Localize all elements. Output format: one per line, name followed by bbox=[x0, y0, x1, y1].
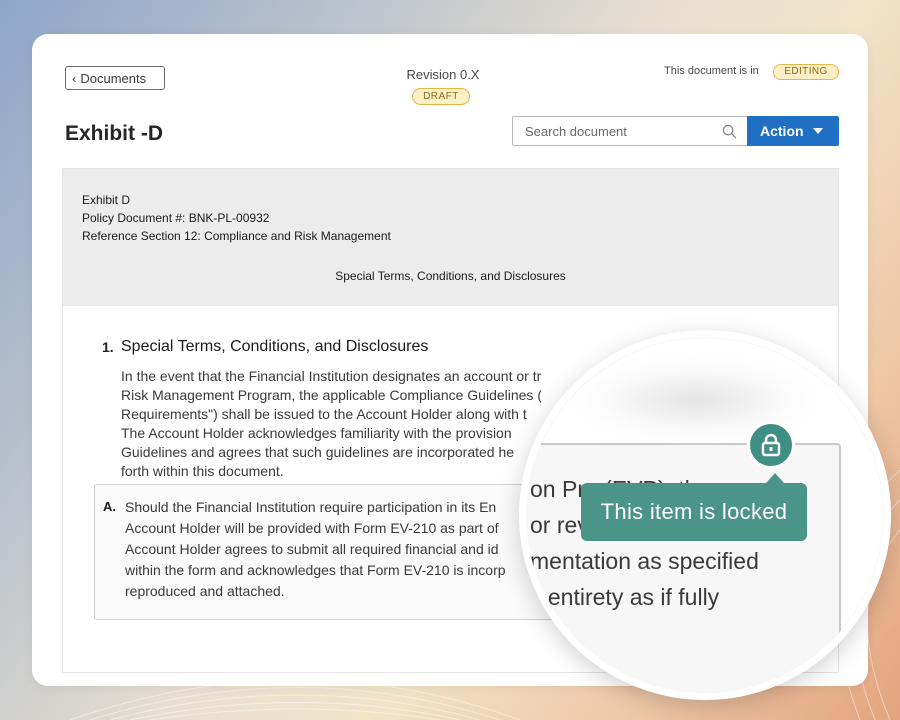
section-title: Special Terms, Conditions, and Disclosur… bbox=[121, 338, 429, 355]
back-button-label: Documents bbox=[80, 70, 147, 86]
search-box bbox=[512, 116, 748, 146]
subsection-line: reproduced and attached. bbox=[125, 583, 285, 599]
paragraph-line: Requirements") shall be issued to the Ac… bbox=[121, 406, 527, 422]
document-header: Exhibit D Policy Document #: BNK-PL-0093… bbox=[63, 169, 838, 306]
subsection-line: Account Holder will be provided with For… bbox=[125, 520, 499, 536]
header-center-title: Special Terms, Conditions, and Disclosur… bbox=[335, 269, 566, 283]
lock-icon bbox=[761, 433, 781, 457]
magnified-line: s entirety as if fully bbox=[530, 584, 720, 610]
paragraph-line: Risk Management Program, the applicable … bbox=[121, 387, 541, 403]
page-title: Exhibit -D bbox=[65, 122, 163, 145]
paragraph-line: Guidelines and agrees that such guidelin… bbox=[121, 444, 515, 460]
paragraph-line: forth within this document. bbox=[121, 463, 284, 479]
back-to-documents-button[interactable]: ‹ Documents bbox=[65, 66, 165, 90]
draft-badge: DRAFT bbox=[412, 88, 470, 105]
header-line-reference: Reference Section 12: Compliance and Ris… bbox=[82, 229, 391, 243]
chevron-left-icon: ‹ bbox=[72, 70, 77, 86]
subsection-letter: A. bbox=[103, 499, 116, 514]
subsection-paragraph: Should the Financial Institution require… bbox=[125, 497, 535, 602]
paragraph-line: In the event that the Financial Institut… bbox=[121, 368, 541, 384]
magnified-line: mentation as specified bbox=[530, 548, 759, 574]
header-line-exhibit: Exhibit D bbox=[82, 193, 131, 207]
lock-badge[interactable] bbox=[747, 421, 795, 469]
header-line-policy: Policy Document #: BNK-PL-00932 bbox=[82, 211, 270, 225]
section-number: 1. bbox=[102, 339, 114, 355]
magnifier-lens: on Pro (EVP), th or rev mentation as spe… bbox=[519, 330, 891, 700]
subsection-line: within the form and acknowledges that Fo… bbox=[125, 562, 506, 578]
caret-down-icon bbox=[813, 128, 823, 134]
locked-tooltip: This item is locked bbox=[581, 483, 807, 541]
subsection-line: Account Holder agrees to submit all requ… bbox=[125, 541, 499, 557]
editing-status-badge: EDITING bbox=[773, 64, 839, 80]
action-button-label: Action bbox=[760, 123, 804, 139]
paragraph-line: The Account Holder acknowledges familiar… bbox=[121, 425, 512, 441]
document-status-text: This document is in bbox=[664, 65, 759, 77]
search-input[interactable] bbox=[525, 123, 715, 139]
search-icon[interactable] bbox=[722, 124, 737, 139]
action-dropdown-button[interactable]: Action bbox=[747, 116, 839, 146]
subsection-line: Should the Financial Institution require… bbox=[125, 499, 497, 515]
revision-label: Revision 0.X bbox=[406, 67, 480, 82]
section-paragraph: In the event that the Financial Institut… bbox=[121, 367, 541, 481]
tooltip-arrow bbox=[766, 473, 784, 483]
